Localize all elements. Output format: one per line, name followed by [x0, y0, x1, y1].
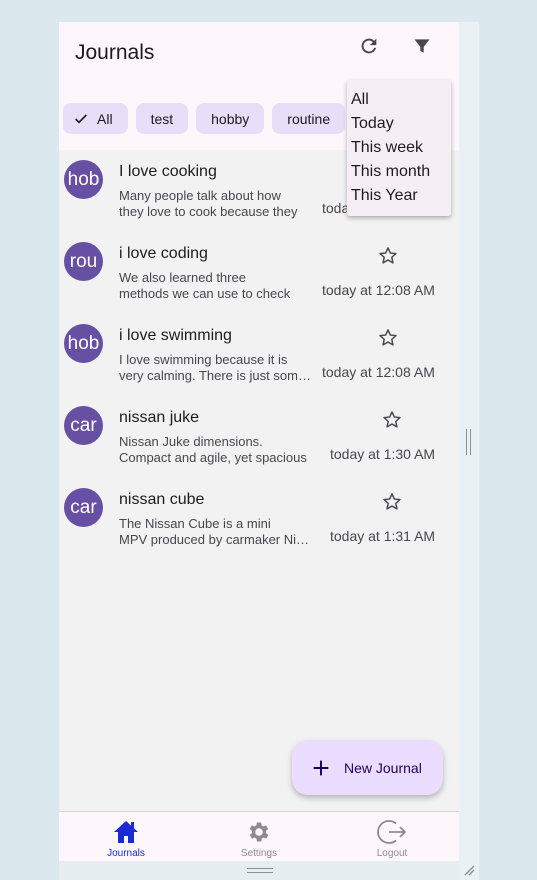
category-chips: All test hobby routine — [63, 103, 346, 134]
journal-list-item[interactable]: hob i love swimming I love swimming beca… — [59, 314, 459, 396]
plus-icon — [313, 760, 329, 775]
bottom-bar — [59, 861, 459, 880]
nav-journals[interactable]: Journals — [59, 812, 193, 862]
corner-resize-icon[interactable] — [463, 864, 475, 876]
new-journal-button[interactable]: New Journal — [292, 740, 443, 795]
refresh-button[interactable] — [357, 34, 381, 58]
check-icon — [73, 111, 89, 127]
journal-title: i love swimming — [119, 327, 232, 344]
avatar: car — [64, 488, 103, 527]
journal-time: today at 12:08 AM — [322, 282, 435, 298]
journal-time: today at 1:31 AM — [330, 528, 436, 544]
refresh-icon — [361, 38, 377, 54]
journal-time: today at 12:08 AM — [322, 364, 435, 380]
avatar: rou — [64, 242, 103, 281]
star-icon[interactable] — [377, 245, 399, 267]
journal-title: nissan juke — [119, 409, 200, 426]
star-icon[interactable] — [377, 327, 399, 349]
side-resize-handle[interactable] — [466, 429, 471, 455]
chip-routine[interactable]: routine — [272, 103, 346, 134]
journal-preview: The Nissan Cube is a mini MPV produced b… — [119, 516, 311, 547]
journal-title: i love coding — [119, 245, 208, 262]
nav-label: Journals — [107, 848, 145, 859]
avatar: hob — [64, 160, 103, 199]
journal-title: nissan cube — [119, 491, 205, 508]
bottom-resize-handle[interactable] — [247, 868, 273, 873]
journal-title: I love cooking — [119, 163, 217, 180]
chip-label: hobby — [211, 110, 250, 127]
filter-option-today[interactable]: Today — [347, 112, 451, 136]
chip-label: routine — [287, 110, 331, 127]
nav-label: Logout — [376, 848, 408, 859]
bottom-navigation: Journals Settings Logout — [59, 811, 459, 861]
avatar: hob — [64, 324, 103, 363]
chip-label: test — [150, 110, 174, 127]
date-filter-menu: All Today This week This month This Year — [347, 80, 451, 216]
chip-all[interactable]: All — [63, 103, 128, 134]
journal-list-item[interactable]: car nissan cube The Nissan Cube is a min… — [59, 478, 459, 560]
nav-label: Settings — [240, 848, 278, 859]
nav-settings[interactable]: Settings — [192, 812, 326, 862]
journal-list-item[interactable]: rou i love coding We also learned three … — [59, 232, 459, 314]
new-journal-label: New Journal — [344, 759, 422, 776]
journal-time: today at 1:30 AM — [330, 446, 436, 462]
filter-option-this-month[interactable]: This month — [347, 160, 451, 184]
filter-option-this-week[interactable]: This week — [347, 136, 451, 160]
home-icon — [114, 821, 138, 843]
journal-preview: Many people talk about how they love to … — [119, 188, 298, 219]
journal-preview: Nissan Juke dimensions. Compact and agil… — [119, 434, 307, 465]
star-icon[interactable] — [381, 491, 403, 513]
chip-label: All — [97, 110, 113, 127]
filter-icon — [414, 39, 430, 53]
gear-icon — [249, 822, 269, 842]
logout-icon — [377, 820, 406, 844]
filter-option-all[interactable]: All — [347, 88, 451, 112]
chip-test[interactable]: test — [135, 103, 189, 134]
journal-preview: We also learned three methods we can use… — [119, 270, 291, 301]
filter-option-this-year[interactable]: This Year — [347, 184, 451, 208]
star-icon[interactable] — [381, 409, 403, 431]
journal-preview: I love swimming because it is very calmi… — [119, 352, 311, 383]
nav-logout[interactable]: Logout — [325, 812, 459, 862]
page-title: Journals — [75, 41, 155, 64]
avatar: car — [64, 406, 103, 445]
chip-hobby[interactable]: hobby — [196, 103, 265, 134]
journal-list-item[interactable]: car nissan juke Nissan Juke dimensions. … — [59, 396, 459, 478]
filter-button[interactable] — [410, 34, 434, 58]
